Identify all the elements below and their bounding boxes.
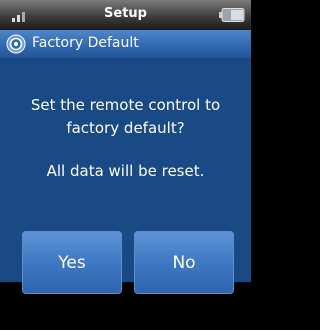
settings-gear-icon <box>6 34 26 54</box>
status-title: Setup <box>104 6 147 21</box>
page-title: Factory Default <box>32 35 139 51</box>
yes-button[interactable]: Yes <box>22 231 122 294</box>
battery-icon <box>219 8 245 22</box>
header-bar: Factory Default <box>0 30 251 58</box>
reset-warning-text: All data will be reset. <box>46 162 205 180</box>
remote-setup-screen: Setup Factory Default Set the remote con… <box>0 0 251 330</box>
no-button[interactable]: No <box>134 231 234 294</box>
status-bar: Setup <box>0 0 251 30</box>
confirm-dialog: Set the remote control to factory defaul… <box>0 58 251 294</box>
confirm-prompt-text: Set the remote control to factory defaul… <box>30 96 221 137</box>
